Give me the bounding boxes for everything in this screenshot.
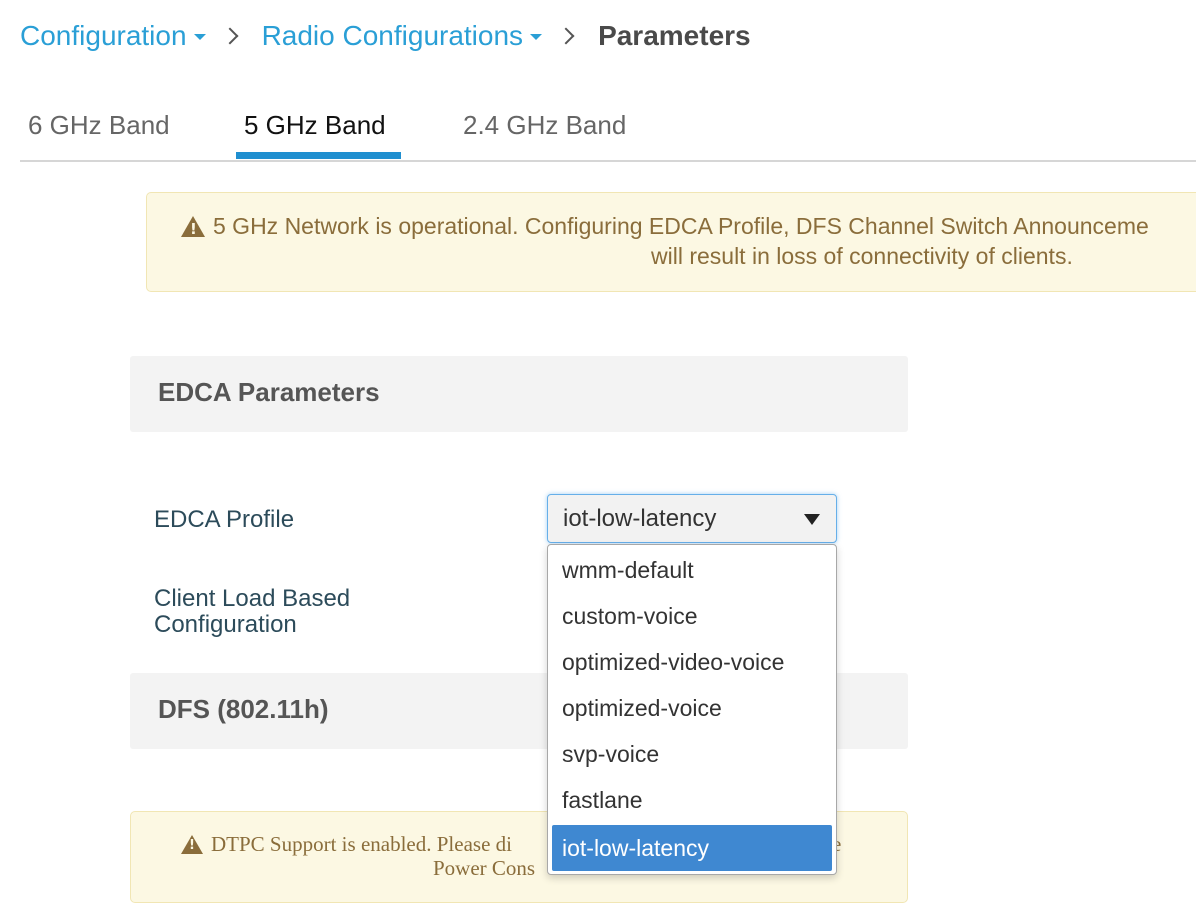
edca-profile-selected-value: iot-low-latency (563, 505, 717, 532)
edca-parameters-title: EDCA Parameters (158, 377, 380, 407)
breadcrumb-configuration[interactable]: Configuration (20, 20, 206, 52)
band-tabs: 6 GHz Band 5 GHz Band 2.4 GHz Band (20, 100, 1196, 162)
tab-24ghz-band[interactable]: 2.4 GHz Band (463, 110, 626, 141)
dtpc-alert-line-1: DTPC Support is enabled. Please di (181, 832, 512, 857)
option-optimized-voice[interactable]: optimized-voice (552, 685, 832, 731)
option-wmm-default[interactable]: wmm-default (552, 547, 832, 593)
client-load-label-line2: Configuration (154, 611, 297, 638)
breadcrumb-current: Parameters (598, 20, 751, 51)
caret-down-icon (530, 34, 543, 40)
breadcrumb: Configuration Radio Configurations Param… (20, 16, 751, 56)
caret-down-icon (193, 34, 206, 40)
alert-text-2: will result in loss of connectivity of c… (651, 243, 1073, 269)
tab-5ghz-band[interactable]: 5 GHz Band (244, 110, 386, 141)
dfs-title: DFS (802.11h) (158, 694, 329, 724)
option-custom-voice[interactable]: custom-voice (552, 593, 832, 639)
active-tab-indicator (236, 152, 401, 159)
dtpc-alert-text-2: Power Cons (433, 856, 536, 880)
tab-6ghz-band[interactable]: 6 GHz Band (28, 110, 170, 141)
client-load-label-line1: Client Load Based (154, 585, 351, 612)
dropdown-arrow-icon (804, 514, 820, 525)
option-iot-low-latency[interactable]: iot-low-latency (552, 825, 832, 871)
edca-profile-select[interactable]: iot-low-latency (547, 494, 837, 543)
breadcrumb-radio-configurations[interactable]: Radio Configurations (262, 20, 543, 52)
edca-profile-dropdown: wmm-default custom-voice optimized-video… (547, 544, 837, 875)
option-svp-voice[interactable]: svp-voice (552, 731, 832, 777)
warning-icon (181, 216, 205, 238)
breadcrumb-radio-configurations-label: Radio Configurations (261, 20, 524, 51)
chevron-right-icon (557, 27, 575, 45)
network-operational-alert: 5 GHz Network is operational. Configurin… (146, 192, 1196, 292)
edca-profile-label: EDCA Profile (154, 506, 295, 533)
dtpc-alert-text-1: DTPC Support is enabled. Please di (211, 832, 512, 856)
alert-text-1: 5 GHz Network is operational. Configurin… (213, 213, 1149, 239)
option-fastlane[interactable]: fastlane (552, 777, 832, 823)
alert-line-1: 5 GHz Network is operational. Configurin… (181, 213, 1149, 240)
client-load-label: Client Load Based Configuration (154, 586, 350, 638)
edca-parameters-section: EDCA Parameters (130, 356, 908, 432)
chevron-right-icon (221, 27, 239, 45)
warning-icon (181, 835, 203, 854)
breadcrumb-configuration-label: Configuration (20, 20, 187, 51)
option-optimized-video-voice[interactable]: optimized-video-voice (552, 639, 832, 685)
